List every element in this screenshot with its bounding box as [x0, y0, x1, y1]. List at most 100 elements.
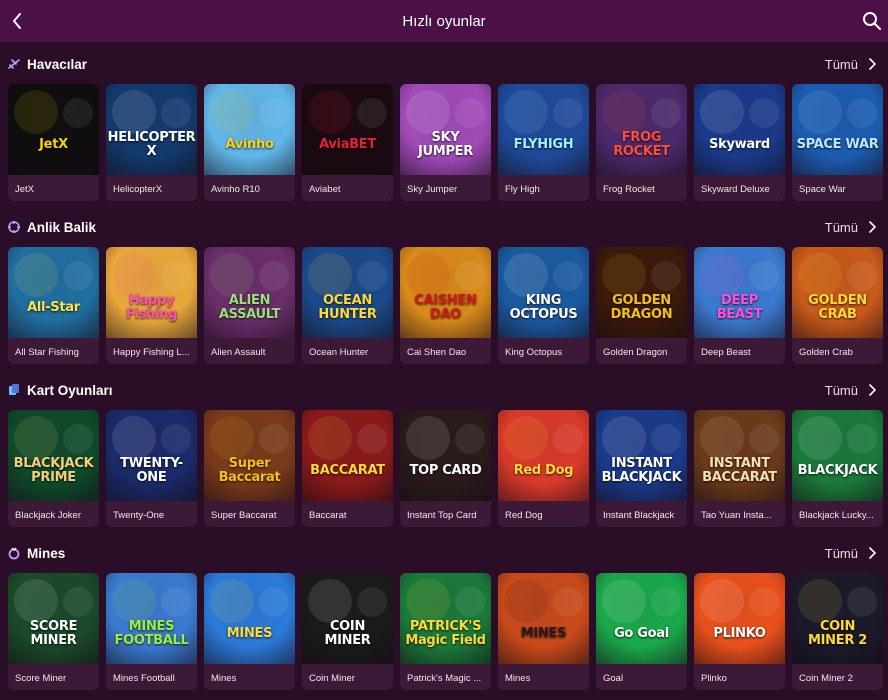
game-card[interactable]: All-Star All Star Fishing — [8, 247, 99, 364]
game-thumbnail[interactable]: SKY JUMPER — [400, 84, 491, 175]
game-thumbnail[interactable]: Red Dog — [498, 410, 589, 501]
game-thumbnail[interactable]: HELICOPTER X — [106, 84, 197, 175]
art-decoration — [14, 90, 58, 134]
game-card[interactable]: INSTANT BACCARAT Tao Yuan Insta... — [694, 410, 785, 527]
game-thumbnail[interactable]: Skyward — [694, 84, 785, 175]
game-thumbnail[interactable]: BACCARAT — [302, 410, 393, 501]
game-thumbnail[interactable]: JetX — [8, 84, 99, 175]
game-logo-text: INSTANT BACCARAT — [702, 455, 777, 485]
game-thumbnail[interactable]: TOP CARD — [400, 410, 491, 501]
view-all-link[interactable]: Tümü — [825, 220, 858, 235]
game-card[interactable]: CAISHEN DAO Cai Shen Dao — [400, 247, 491, 364]
chevron-left-icon[interactable] — [6, 9, 30, 33]
game-card[interactable]: ALIEN ASSAULT Alien Assault — [204, 247, 295, 364]
game-thumbnail[interactable]: Go Goal — [596, 573, 687, 664]
game-card[interactable]: AviaBET Aviabet — [302, 84, 393, 201]
game-thumbnail[interactable]: Super Baccarat — [204, 410, 295, 501]
game-thumbnail[interactable]: PATRICK'S Magic Field — [400, 573, 491, 664]
game-card[interactable]: FLYHIGH Fly High — [498, 84, 589, 201]
art-decoration — [847, 261, 877, 291]
game-card[interactable]: JetX JetX — [8, 84, 99, 201]
game-thumbnail[interactable]: Avinho — [204, 84, 295, 175]
art-decoration — [14, 253, 58, 297]
game-thumbnail[interactable]: All-Star — [8, 247, 99, 338]
game-card[interactable]: Skyward Skyward Deluxe — [694, 84, 785, 201]
game-logo-text: GOLDEN CRAB — [808, 292, 867, 322]
chevron-right-icon[interactable] — [866, 57, 878, 71]
search-icon[interactable] — [860, 9, 884, 33]
game-card[interactable]: COIN MINER 2 Coin Miner 2 — [792, 573, 883, 690]
game-card[interactable]: DEEP BEAST Deep Beast — [694, 247, 785, 364]
game-card[interactable]: SCORE MINER Score Miner — [8, 573, 99, 690]
art-decoration — [14, 416, 58, 460]
game-thumbnail[interactable]: GOLDEN DRAGON — [596, 247, 687, 338]
art-decoration — [259, 98, 289, 128]
game-card[interactable]: SKY JUMPER Sky Jumper — [400, 84, 491, 201]
game-logo-text: PATRICK'S Magic Field — [405, 618, 486, 648]
game-thumbnail[interactable]: INSTANT BLACKJACK — [596, 410, 687, 501]
view-all-link[interactable]: Tümü — [825, 57, 858, 72]
game-name: Fly High — [505, 184, 540, 195]
art-decoration — [161, 261, 191, 291]
game-thumbnail[interactable]: MINES FOOTBALL — [106, 573, 197, 664]
game-name: Alien Assault — [211, 347, 266, 358]
game-thumbnail[interactable]: CAISHEN DAO — [400, 247, 491, 338]
game-card[interactable]: Avinho Avinho R10 — [204, 84, 295, 201]
view-all-link[interactable]: Tümü — [825, 546, 858, 561]
game-card[interactable]: KING OCTOPUS King Octopus — [498, 247, 589, 364]
game-thumbnail[interactable]: AviaBET — [302, 84, 393, 175]
game-thumbnail[interactable]: FLYHIGH — [498, 84, 589, 175]
game-thumbnail[interactable]: PLINKO — [694, 573, 785, 664]
section-header: Kart Oyunları Tümü — [0, 375, 888, 405]
game-thumbnail[interactable]: DEEP BEAST — [694, 247, 785, 338]
game-card[interactable]: Super Baccarat Super Baccarat — [204, 410, 295, 527]
game-thumbnail[interactable]: COIN MINER 2 — [792, 573, 883, 664]
game-card[interactable]: Happy Fishing Happy Fishing L... — [106, 247, 197, 364]
game-logo-text: TWENTY-ONE — [120, 455, 183, 485]
game-card[interactable]: TWENTY-ONE Twenty-One — [106, 410, 197, 527]
section-mines: Mines Tümü SCORE MINER Score Miner MINES FOO… — [0, 538, 888, 700]
game-card[interactable]: HELICOPTER X HelicopterX — [106, 84, 197, 201]
game-card[interactable]: OCEAN HUNTER Ocean Hunter — [302, 247, 393, 364]
art-decoration — [700, 579, 744, 623]
chevron-right-icon[interactable] — [866, 383, 878, 397]
view-all-link[interactable]: Tümü — [825, 383, 858, 398]
game-thumbnail[interactable]: FROG ROCKET — [596, 84, 687, 175]
game-thumbnail[interactable]: KING OCTOPUS — [498, 247, 589, 338]
game-card[interactable]: MINES FOOTBALL Mines Football — [106, 573, 197, 690]
game-card[interactable]: PLINKO Plinko — [694, 573, 785, 690]
game-card[interactable]: BACCARAT Baccarat — [302, 410, 393, 527]
game-card[interactable]: COIN MINER Coin Miner — [302, 573, 393, 690]
game-thumbnail[interactable]: MINES — [204, 573, 295, 664]
game-card[interactable]: MINES Mines — [498, 573, 589, 690]
game-card[interactable]: GOLDEN CRAB Golden Crab — [792, 247, 883, 364]
game-thumbnail[interactable]: MINES — [498, 573, 589, 664]
section-title: Mines — [27, 545, 66, 561]
game-thumbnail[interactable]: TWENTY-ONE — [106, 410, 197, 501]
chevron-right-icon[interactable] — [866, 220, 878, 234]
game-thumbnail[interactable]: GOLDEN CRAB — [792, 247, 883, 338]
game-card[interactable]: GOLDEN DRAGON Golden Dragon — [596, 247, 687, 364]
game-thumbnail[interactable]: OCEAN HUNTER — [302, 247, 393, 338]
game-card[interactable]: SPACE WAR Space War — [792, 84, 883, 201]
art-decoration — [63, 424, 93, 454]
art-decoration — [259, 424, 289, 454]
chevron-right-icon[interactable] — [866, 546, 878, 560]
game-thumbnail[interactable]: ALIEN ASSAULT — [204, 247, 295, 338]
game-card[interactable]: FROG ROCKET Frog Rocket — [596, 84, 687, 201]
game-thumbnail[interactable]: INSTANT BACCARAT — [694, 410, 785, 501]
game-card[interactable]: INSTANT BLACKJACK Instant Blackjack — [596, 410, 687, 527]
game-thumbnail[interactable]: Happy Fishing — [106, 247, 197, 338]
game-card[interactable]: BLACKJACK Blackjack Lucky... — [792, 410, 883, 527]
game-thumbnail[interactable]: SPACE WAR — [792, 84, 883, 175]
game-card[interactable]: PATRICK'S Magic Field Patrick's Magic ... — [400, 573, 491, 690]
game-thumbnail[interactable]: COIN MINER — [302, 573, 393, 664]
game-thumbnail[interactable]: SCORE MINER — [8, 573, 99, 664]
game-thumbnail[interactable]: BLACKJACK — [792, 410, 883, 501]
game-card[interactable]: MINES Mines — [204, 573, 295, 690]
game-card[interactable]: BLACKJACK PRIME Blackjack Joker — [8, 410, 99, 527]
game-card[interactable]: Red Dog Red Dog — [498, 410, 589, 527]
game-thumbnail[interactable]: BLACKJACK PRIME — [8, 410, 99, 501]
game-card[interactable]: TOP CARD Instant Top Card — [400, 410, 491, 527]
game-card[interactable]: Go Goal Goal — [596, 573, 687, 690]
